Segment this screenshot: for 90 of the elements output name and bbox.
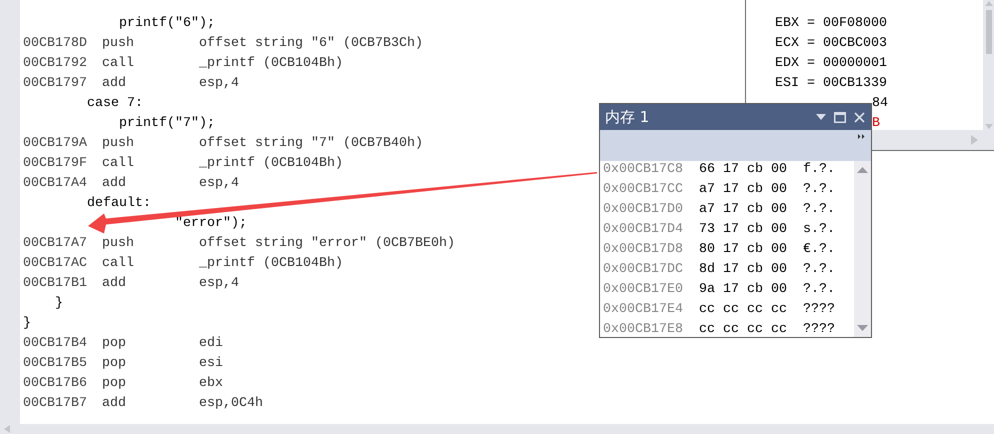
memory-bytes: 73 17 cb 00 — [699, 222, 788, 239]
instruction-operand: _printf (0CB104Bh) — [199, 155, 343, 173]
instruction-operand: esp,0C4h — [199, 395, 263, 413]
memory-address: 0x00CB17E4 — [603, 302, 684, 319]
instruction-mnemonic: add — [102, 175, 127, 193]
instruction-mnemonic: pop — [102, 335, 127, 353]
memory-address: 0x00CB17CC — [603, 182, 684, 199]
memory-bytes: 66 17 cb 00 — [699, 162, 788, 179]
instruction-address: 00CB17AC — [23, 255, 88, 273]
instruction-operand: offset string "7" (0CB7B40h) — [199, 135, 423, 153]
instruction-mnemonic: add — [102, 395, 127, 413]
close-icon[interactable] — [854, 112, 865, 122]
instruction-operand: esp,4 — [199, 275, 239, 293]
instruction-mnemonic: push — [102, 235, 135, 253]
memory-bytes: 9a 17 cb 00 — [699, 282, 788, 299]
memory-address: 0x00CB17D8 — [603, 242, 684, 259]
instruction-operand: esp,4 — [199, 75, 239, 93]
memory-bytes: a7 17 cb 00 — [699, 182, 788, 199]
memory-bytes: cc cc cc cc — [699, 302, 788, 319]
memory-address: 0x00CB17E8 — [603, 322, 684, 337]
source-line: printf("6"); — [118, 15, 215, 33]
maximize-icon[interactable] — [834, 112, 846, 122]
memory-bytes: cc cc cc cc — [699, 322, 788, 337]
instruction-mnemonic: call — [102, 155, 135, 173]
instruction-operand: ebx — [199, 375, 223, 393]
register-value: 84 — [872, 95, 888, 113]
instruction-mnemonic: add — [102, 75, 127, 93]
instruction-mnemonic: add — [102, 275, 127, 293]
memory-ascii: ?.?. — [803, 182, 835, 199]
source-line: } — [54, 295, 63, 313]
instruction-address: 00CB17A7 — [23, 235, 88, 253]
register-value: B — [872, 115, 880, 130]
instruction-operand: _printf (0CB104Bh) — [199, 55, 343, 73]
memory-address: 0x00CB17DC — [603, 262, 684, 279]
instruction-mnemonic: call — [102, 55, 135, 73]
instruction-mnemonic: push — [102, 35, 135, 53]
dropdown-icon[interactable] — [816, 114, 826, 120]
scroll-down-icon[interactable] — [857, 325, 868, 331]
instruction-mnemonic: pop — [102, 355, 127, 373]
memory-address: 0x00CB17E0 — [603, 282, 684, 299]
memory-bytes: a7 17 cb 00 — [699, 202, 788, 219]
memory-ascii: ???? — [803, 322, 835, 337]
memory-ascii: s.?. — [803, 222, 835, 239]
instruction-address: 00CB178D — [23, 35, 88, 53]
memory-ascii: f.?. — [803, 162, 835, 179]
instruction-operand: offset string "6" (0CB7B3Ch) — [199, 35, 423, 53]
memory-bytes: 8d 17 cb 00 — [699, 262, 788, 279]
scroll-right-icon[interactable] — [971, 135, 978, 145]
instruction-address: 00CB17B5 — [23, 355, 88, 373]
memory-address: 0x00CB17C8 — [603, 162, 684, 179]
scroll-up-icon[interactable] — [857, 167, 868, 173]
instruction-operand: _printf (0CB104Bh) — [199, 255, 343, 273]
overflow-icon[interactable] — [858, 134, 865, 139]
window-title: 内存 1 — [605, 108, 650, 126]
memory-ascii: ?.?. — [803, 262, 835, 279]
scroll-left-icon[interactable] — [4, 425, 10, 433]
memory-ascii: ?.?. — [803, 282, 835, 299]
source-line: } — [23, 315, 31, 333]
instruction-operand: edi — [199, 335, 223, 353]
instruction-mnemonic: push — [102, 135, 135, 153]
instruction-mnemonic: call — [102, 255, 135, 273]
memory-address: 0x00CB17D4 — [603, 222, 684, 239]
memory-bytes: 80 17 cb 00 — [699, 242, 788, 259]
register-value: EBX = 00F08000 — [775, 15, 887, 33]
memory-ascii: €.?. — [803, 242, 835, 259]
instruction-address: 00CB17B7 — [23, 395, 88, 413]
source-line: default: — [86, 195, 151, 213]
scrollbar-thumb[interactable] — [986, 10, 992, 54]
instruction-address: 00CB17B4 — [23, 335, 88, 353]
memory-ascii: ?.?. — [803, 202, 835, 219]
source-line: "error"); — [174, 215, 247, 233]
instruction-mnemonic: pop — [102, 375, 127, 393]
instruction-address: 00CB179A — [23, 135, 88, 153]
instruction-address: 00CB17A4 — [23, 175, 88, 193]
instruction-address: 00CB1797 — [23, 75, 88, 93]
register-value: ECX = 00CBC003 — [775, 35, 887, 53]
instruction-address: 00CB179F — [23, 155, 88, 173]
source-line: printf("7"); — [118, 115, 215, 133]
instruction-address: 00CB17B1 — [23, 275, 88, 293]
memory-address: 0x00CB17D0 — [603, 202, 684, 219]
scroll-up-icon[interactable] — [984, 0, 992, 6]
instruction-address: 00CB1792 — [23, 55, 88, 73]
instruction-operand: esi — [199, 355, 223, 373]
register-value: ESI = 00CB1339 — [775, 75, 887, 93]
memory-ascii: ???? — [803, 302, 835, 319]
instruction-operand: esp,4 — [199, 175, 239, 193]
source-line: case 7: — [86, 95, 143, 113]
register-value: EDX = 00000001 — [775, 55, 887, 73]
instruction-address: 00CB17B6 — [23, 375, 88, 393]
instruction-operand: offset string "error" (0CB7BE0h) — [199, 235, 455, 253]
